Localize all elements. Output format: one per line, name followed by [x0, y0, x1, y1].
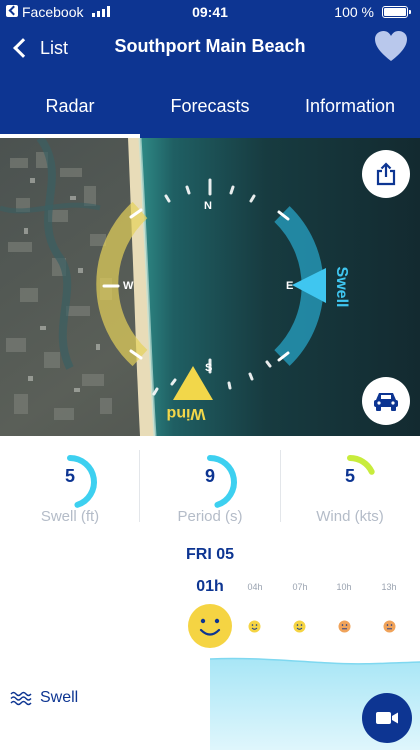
- swell-direction-label: Swell: [333, 266, 350, 308]
- car-icon: [374, 393, 398, 411]
- page-title: Southport Main Beach: [114, 36, 306, 56]
- tab-bar: Radar Forecasts Information: [0, 82, 420, 138]
- header: Facebook 09:41 100 % List Southport Main…: [0, 0, 420, 138]
- compass-east: E: [286, 280, 294, 292]
- compass-west: W: [123, 280, 134, 292]
- radar-map[interactable]: N S E W Swell Wind: [0, 138, 420, 436]
- wind-stat[interactable]: 5 Wind (kts): [280, 436, 420, 536]
- tab-forecasts[interactable]: Forecasts: [140, 82, 280, 138]
- tab-information[interactable]: Information: [280, 82, 420, 138]
- compass-south: S: [205, 362, 213, 374]
- period-stat[interactable]: 9 Period (s): [140, 436, 280, 536]
- tab-information-label: Information: [304, 96, 396, 116]
- smiley-face-icon[interactable]: [187, 603, 233, 649]
- hour-07h[interactable]: 07h: [285, 582, 315, 592]
- smiley-face-icon[interactable]: [293, 620, 306, 633]
- wind-value: 5: [344, 466, 355, 486]
- hour-01h[interactable]: 01h: [186, 578, 234, 596]
- swell-stat[interactable]: 5 Swell (ft): [0, 436, 140, 536]
- swell-legend[interactable]: Swell: [10, 689, 78, 707]
- period-label: Period (s): [177, 508, 243, 525]
- swell-label: Swell (ft): [40, 508, 100, 525]
- share-button[interactable]: [362, 150, 410, 198]
- waves-icon: [10, 691, 32, 706]
- swell-value: 5: [64, 466, 75, 486]
- neutral-face-icon[interactable]: [338, 620, 351, 633]
- swell-legend-label: Swell: [40, 689, 79, 706]
- forecast-day: FRI 05: [185, 546, 234, 563]
- conditions-summary: 5 Swell (ft) 9 Period (s) 5 Wind (kts): [0, 436, 420, 536]
- period-value: 9: [204, 466, 215, 486]
- neutral-face-icon[interactable]: [383, 620, 396, 633]
- hour-13h[interactable]: 13h: [374, 582, 404, 592]
- screen: Facebook 09:41 100 % List Southport Main…: [0, 0, 420, 750]
- tab-radar-label: Radar: [45, 96, 95, 116]
- wind-label: Wind (kts): [316, 508, 384, 525]
- tab-forecasts-label: Forecasts: [170, 96, 250, 116]
- hour-10h[interactable]: 10h: [329, 582, 359, 592]
- tab-radar[interactable]: Radar: [0, 82, 140, 138]
- heart-icon[interactable]: [374, 30, 408, 64]
- share-icon: [376, 162, 396, 186]
- compass-north: N: [204, 200, 212, 212]
- satellite-map: [0, 138, 420, 436]
- video-camera-icon: [376, 712, 398, 724]
- wind-direction-label: Wind: [166, 405, 206, 422]
- battery-icon: [382, 6, 411, 18]
- directions-button[interactable]: [362, 377, 410, 425]
- hour-04h[interactable]: 04h: [240, 582, 270, 592]
- status-bar: Facebook 09:41 100 %: [0, 0, 420, 24]
- webcam-button[interactable]: [362, 693, 412, 743]
- battery-percentage: 100 %: [334, 4, 374, 20]
- smiley-face-icon[interactable]: [248, 620, 261, 633]
